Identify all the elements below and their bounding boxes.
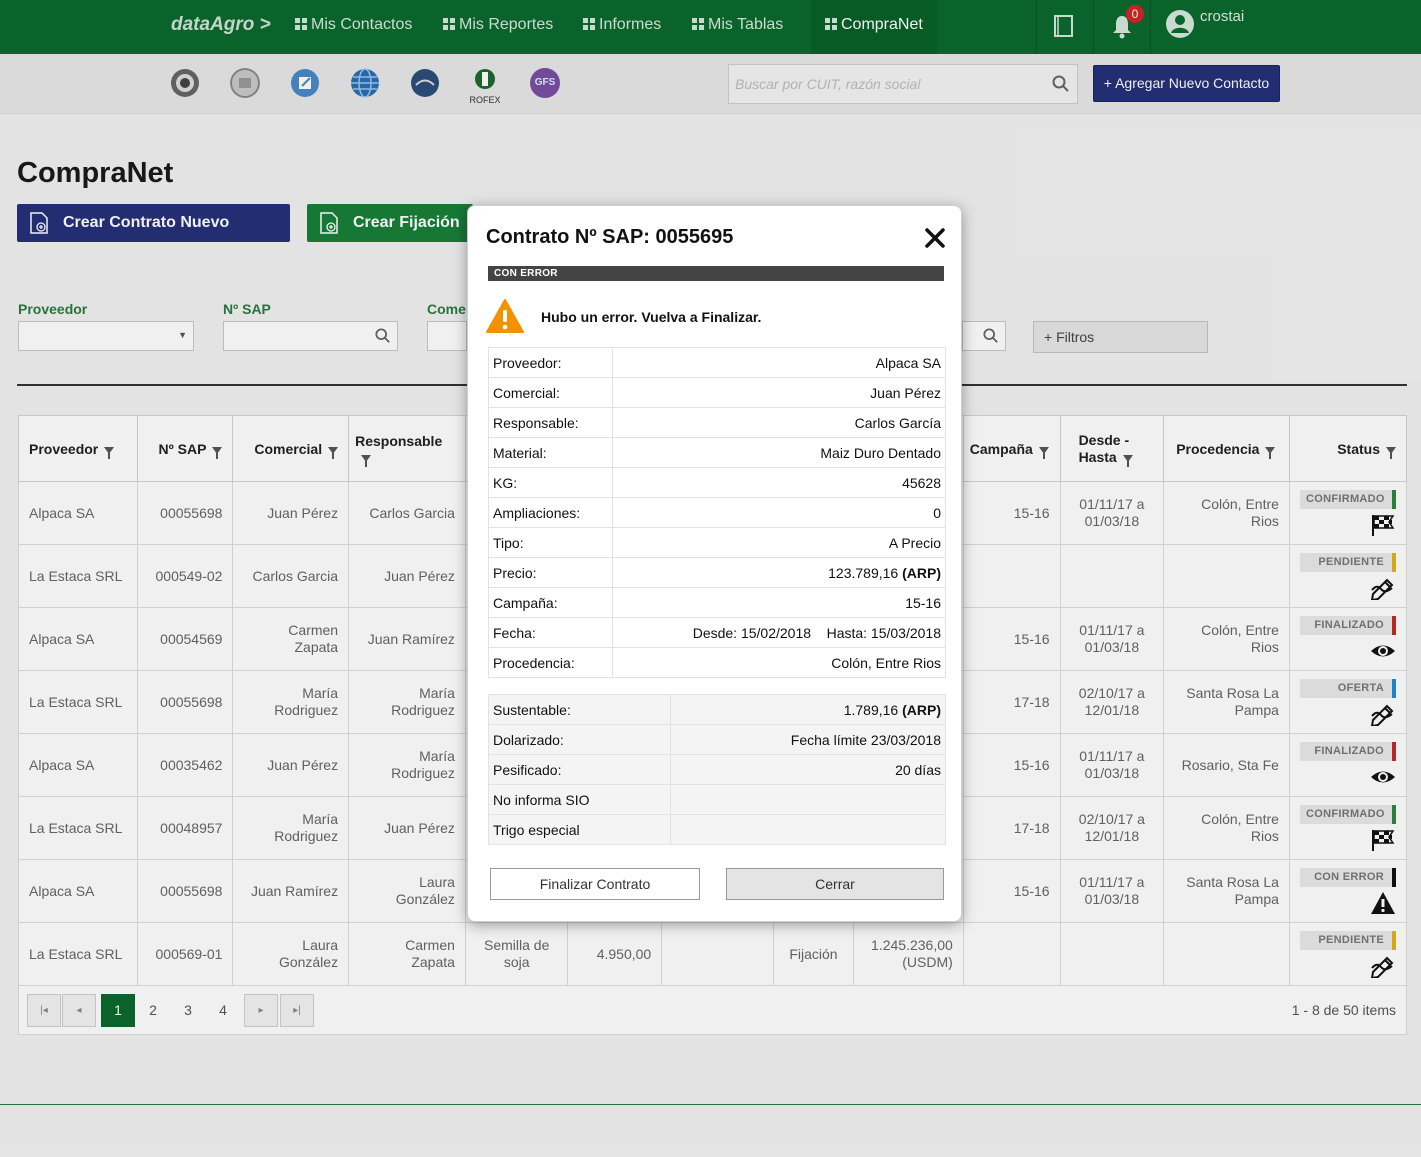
- detail-row: Ampliaciones: 0: [487, 497, 946, 528]
- detail-value: 45628: [612, 467, 946, 498]
- detail-row: Responsable: Carlos García: [487, 407, 946, 438]
- detail-value: [670, 814, 946, 845]
- finalize-contract-button[interactable]: Finalizar Contrato: [490, 868, 700, 900]
- error-message: Hubo un error. Vuelva a Finalizar.: [541, 309, 762, 325]
- detail-label: Pesificado:: [487, 754, 672, 785]
- detail-value: [670, 784, 946, 815]
- detail-label: Fecha:: [487, 617, 614, 648]
- detail-label: Comercial:: [487, 377, 614, 408]
- detail-label: Procedencia:: [487, 647, 614, 678]
- modal-title: Contrato Nº SAP: 0055695: [486, 226, 734, 248]
- detail-value: Maiz Duro Dentado: [612, 437, 946, 468]
- detail-value: 0: [612, 497, 946, 528]
- detail-label: Proveedor:: [487, 347, 614, 378]
- detail-value: A Precio: [612, 527, 946, 558]
- detail-row: Pesificado: 20 días: [487, 754, 946, 785]
- detail-label: Precio:: [487, 557, 614, 588]
- contract-modal: Contrato Nº SAP: 0055695 CON ERROR Hubo …: [467, 205, 962, 922]
- detail-row: KG: 45628: [487, 467, 946, 498]
- detail-row: Material: Maiz Duro Dentado: [487, 437, 946, 468]
- detail-row: Tipo: A Precio: [487, 527, 946, 558]
- detail-label: KG:: [487, 467, 614, 498]
- detail-label: Sustentable:: [487, 694, 672, 725]
- detail-row: Procedencia: Colón, Entre Rios: [487, 647, 946, 678]
- detail-label: Tipo:: [487, 527, 614, 558]
- detail-label: Campaña:: [487, 587, 614, 618]
- detail-row: Sustentable: 1.789,16 (ARP): [487, 694, 946, 725]
- detail-row: Fecha: Desde: 15/02/2018 Hasta: 15/03/201…: [487, 617, 946, 648]
- detail-value: Juan Pérez: [612, 377, 946, 408]
- detail-value: 123.789,16 (ARP): [612, 557, 946, 588]
- detail-value: 15-16: [612, 587, 946, 618]
- detail-row: Dolarizado: Fecha límite 23/03/2018: [487, 724, 946, 755]
- close-icon[interactable]: [923, 226, 947, 250]
- detail-row: Comercial: Juan Pérez: [487, 377, 946, 408]
- detail-value: Colón, Entre Rios: [612, 647, 946, 678]
- detail-value: Fecha límite 23/03/2018: [670, 724, 946, 755]
- detail-value: 20 días: [670, 754, 946, 785]
- detail-value: Alpaca SA: [612, 347, 946, 378]
- detail-row: No informa SIO: [487, 784, 946, 815]
- detail-value: Desde: 15/02/2018 Hasta: 15/03/2018: [612, 617, 946, 648]
- close-button[interactable]: Cerrar: [726, 868, 944, 900]
- detail-label: Responsable:: [487, 407, 614, 438]
- contract-extras: Sustentable: 1.789,16 (ARP) Dolarizado: Fec…: [487, 694, 946, 845]
- detail-row: Trigo especial: [487, 814, 946, 845]
- contract-details: Proveedor: Alpaca SA Comercial: Juan Pérez R…: [487, 347, 946, 678]
- detail-label: No informa SIO: [487, 784, 672, 815]
- detail-value: 1.789,16 (ARP): [670, 694, 946, 725]
- detail-label: Trigo especial: [487, 814, 672, 845]
- status-badge: CON ERROR: [488, 266, 944, 281]
- detail-value: Carlos García: [612, 407, 946, 438]
- detail-row: Precio: 123.789,16 (ARP): [487, 557, 946, 588]
- detail-label: Ampliaciones:: [487, 497, 614, 528]
- detail-row: Proveedor: Alpaca SA: [487, 347, 946, 378]
- detail-row: Campaña: 15-16: [487, 587, 946, 618]
- detail-label: Material:: [487, 437, 614, 468]
- warning-icon: [486, 299, 524, 333]
- detail-label: Dolarizado:: [487, 724, 672, 755]
